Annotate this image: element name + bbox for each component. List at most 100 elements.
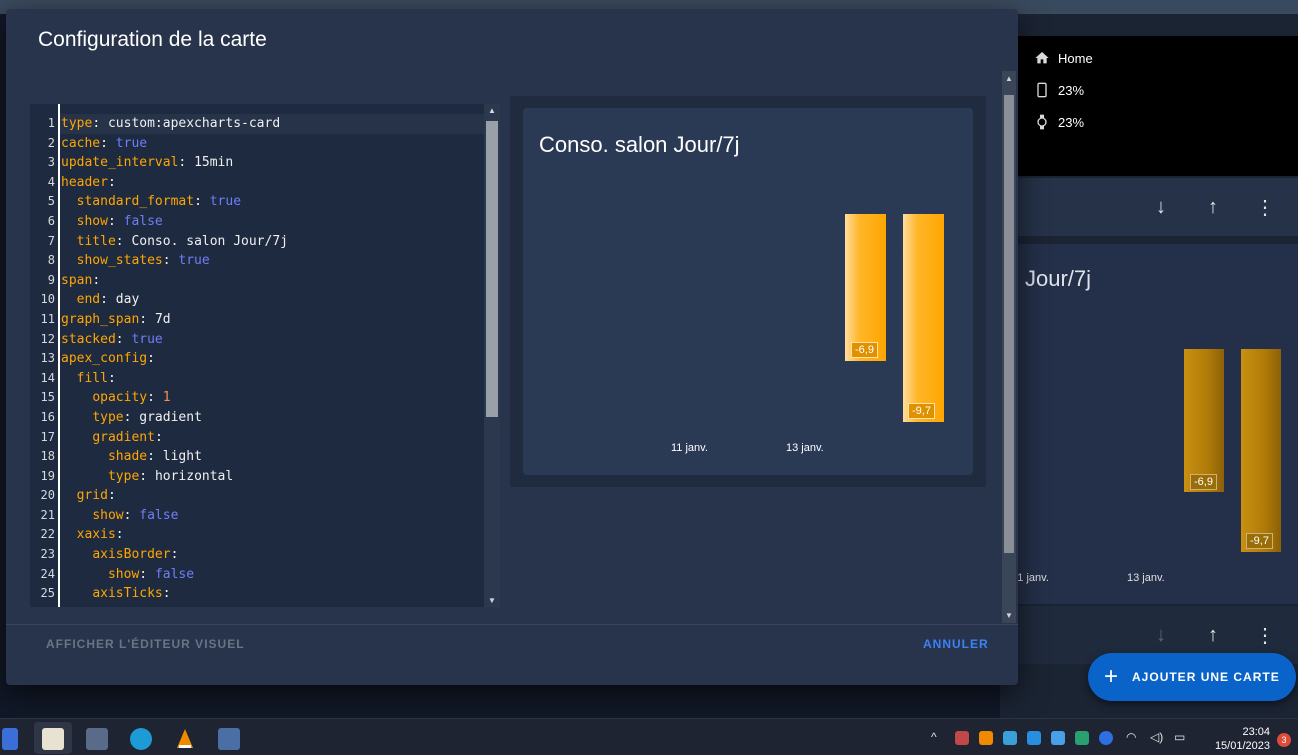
- code-line[interactable]: cache: true: [61, 134, 288, 154]
- tray-vlc-icon[interactable]: [979, 731, 993, 745]
- entity-label: 23%: [1058, 114, 1085, 130]
- line-number: 1: [47, 116, 55, 130]
- code-line[interactable]: xaxis:: [61, 525, 288, 545]
- code-line[interactable]: shade: light: [61, 447, 288, 467]
- entity-row-watch[interactable]: 23%: [1034, 114, 1084, 130]
- dialog-scrollbar[interactable]: ▲ ▼: [1002, 71, 1016, 623]
- code-line[interactable]: type: custom:apexcharts-card: [61, 114, 288, 134]
- add-card-button[interactable]: + AJOUTER UNE CARTE: [1088, 653, 1296, 701]
- scroll-down-arrow-icon[interactable]: ▼: [1002, 611, 1016, 620]
- code-lines[interactable]: type: custom:apexcharts-card cache: true u…: [61, 114, 288, 604]
- volume-icon[interactable]: ◁): [1150, 730, 1163, 744]
- explorer-icon[interactable]: [86, 728, 108, 750]
- tray-network-icon[interactable]: [1051, 731, 1065, 745]
- tray-app-icon[interactable]: [955, 731, 969, 745]
- tray-security-icon[interactable]: [1075, 731, 1089, 745]
- yaml-value: light: [162, 449, 202, 465]
- yaml-key: show: [92, 507, 124, 523]
- entity-row-home[interactable]: Home: [1034, 50, 1093, 66]
- yaml-separator: :: [139, 468, 155, 484]
- code-line[interactable]: apex_config:: [61, 349, 288, 369]
- yaml-key: shade: [107, 449, 148, 465]
- edge-browser-icon[interactable]: [130, 728, 152, 750]
- code-line[interactable]: show: false: [61, 212, 288, 232]
- preview-x-label-1: 11 janv.: [671, 442, 708, 454]
- show-visual-editor-button[interactable]: AFFICHER L'ÉDITEUR VISUEL: [46, 637, 245, 651]
- code-line[interactable]: opacity: 1: [61, 388, 288, 408]
- notification-badge[interactable]: 3: [1277, 733, 1291, 747]
- home-icon: [1035, 52, 1049, 64]
- vlc-icon[interactable]: [174, 728, 196, 750]
- bluetooth-icon[interactable]: [1099, 731, 1113, 745]
- plus-icon: +: [1104, 663, 1119, 690]
- code-line[interactable]: show_states: true: [61, 251, 288, 271]
- arrow-up-icon[interactable]: ↑: [1202, 624, 1224, 647]
- tray-tool-icon[interactable]: [1003, 731, 1017, 745]
- taskbar-clock[interactable]: 23:04 15/01/2023: [1200, 725, 1270, 753]
- code-line[interactable]: grid:: [61, 486, 288, 506]
- code-line[interactable]: gradient:: [61, 428, 288, 448]
- line-number: 6: [47, 213, 55, 228]
- line-number: 17: [40, 429, 55, 444]
- network-app-icon[interactable]: [2, 728, 18, 750]
- line-number: 10: [40, 292, 55, 307]
- more-vert-icon[interactable]: ⋮: [1254, 195, 1276, 220]
- code-line[interactable]: type: horizontal: [61, 467, 288, 487]
- entity-row-phone[interactable]: 23%: [1034, 82, 1084, 98]
- code-line[interactable]: title: Conso. salon Jour/7j: [61, 232, 288, 252]
- yaml-separator: :: [147, 449, 163, 465]
- footer-divider: [6, 624, 1018, 625]
- code-line[interactable]: graph_span: 7d: [61, 310, 288, 330]
- yaml-value: false: [123, 213, 163, 229]
- code-line[interactable]: header:: [61, 173, 288, 193]
- arrow-down-icon[interactable]: ↓: [1150, 196, 1172, 219]
- cancel-button[interactable]: ANNULER: [923, 637, 989, 651]
- line-number: 15: [40, 390, 55, 405]
- yaml-separator: :: [162, 253, 179, 269]
- code-line[interactable]: stacked: true: [61, 330, 288, 350]
- watch-icon: [1037, 114, 1047, 130]
- battery-icon[interactable]: ▭: [1174, 730, 1185, 744]
- calculator-icon[interactable]: [218, 728, 240, 750]
- scroll-down-arrow-icon[interactable]: ▼: [484, 596, 500, 605]
- yaml-separator: :: [147, 390, 163, 406]
- preview-bar-label-2: -9,7: [908, 403, 935, 419]
- code-line[interactable]: show: false: [61, 506, 288, 526]
- yaml-value: false: [154, 566, 195, 582]
- scroll-up-arrow-icon[interactable]: ▲: [1002, 74, 1016, 83]
- arrow-up-icon[interactable]: ↑: [1202, 196, 1224, 219]
- code-line[interactable]: show: false: [61, 565, 288, 585]
- gutter-separator: [58, 104, 60, 607]
- background-x-label-2: 13 janv.: [1127, 572, 1165, 584]
- code-line[interactable]: axisTicks:: [61, 584, 288, 604]
- yaml-key: stacked: [61, 331, 116, 347]
- dialog-scrollbar-thumb[interactable]: [1004, 95, 1014, 553]
- code-line[interactable]: fill:: [61, 369, 288, 389]
- line-number: 12: [40, 331, 55, 346]
- editor-scrollbar-thumb[interactable]: [486, 121, 498, 417]
- code-line[interactable]: axisBorder:: [61, 545, 288, 565]
- chevron-up-icon[interactable]: ^: [931, 730, 937, 744]
- line-number: 4: [47, 174, 55, 189]
- yaml-code-editor[interactable]: 1 2 3 4 5 6 7 8 9 10 11 12 13 14 15 16 17 18 19 20 21 22 23 24 2…: [30, 104, 500, 607]
- yaml-separator: :: [115, 331, 132, 347]
- editor-scrollbar[interactable]: ▲ ▼: [484, 104, 500, 607]
- wifi-icon[interactable]: ◠: [1126, 730, 1136, 744]
- tray-dropbox-icon[interactable]: [1027, 731, 1041, 745]
- code-line[interactable]: end: day: [61, 290, 288, 310]
- code-line[interactable]: standard_format: true: [61, 192, 288, 212]
- code-line[interactable]: update_interval: 15min: [61, 153, 288, 173]
- arrow-down-icon[interactable]: ↓: [1150, 624, 1172, 647]
- yaml-key: show_states: [76, 253, 163, 269]
- code-line[interactable]: span:: [61, 271, 288, 291]
- scroll-up-arrow-icon[interactable]: ▲: [484, 106, 500, 115]
- remote-desktop-icon[interactable]: [42, 728, 64, 750]
- code-line[interactable]: type: gradient: [61, 408, 288, 428]
- preview-chart-card[interactable]: Conso. salon Jour/7j -6,9 -9,7 11 janv. …: [523, 108, 973, 475]
- more-vert-icon[interactable]: ⋮: [1254, 623, 1276, 648]
